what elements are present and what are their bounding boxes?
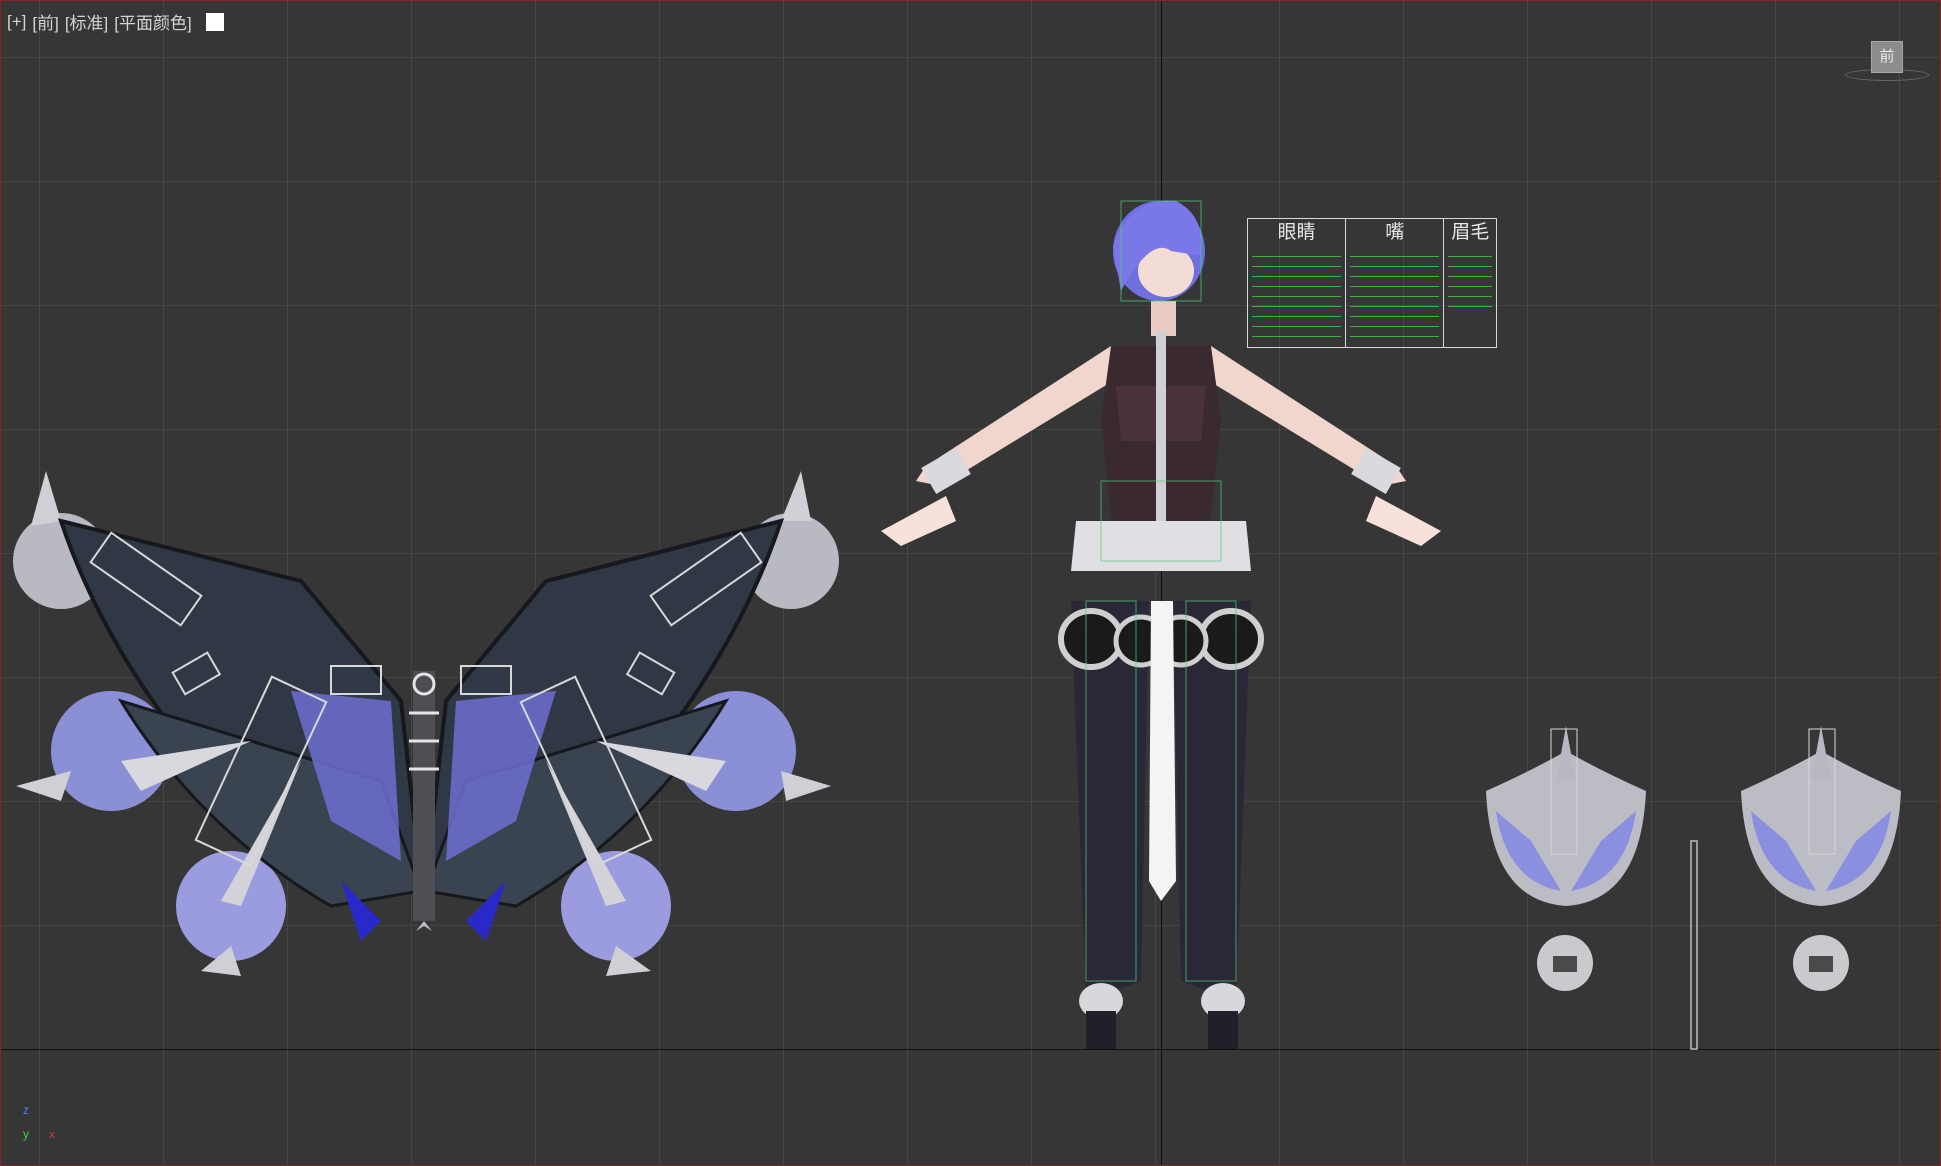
control-section-eyebrows[interactable]: 眉毛 [1444,219,1496,347]
control-sliders[interactable] [1448,251,1492,307]
wing-blue-disc [676,691,796,811]
facial-control-panel[interactable]: 眼睛 嘴 眉毛 [1247,218,1497,348]
control-section-title: 眼睛 [1277,222,1316,243]
wing-blue-disc [51,691,171,811]
control-section-title: 嘴 [1385,222,1405,243]
accessory-models[interactable] [1486,726,1901,1050]
control-section-mouth[interactable]: 嘴 [1346,219,1445,347]
control-section-eyes[interactable]: 眼睛 [1248,219,1347,347]
axis-x-label: x [49,1129,55,1141]
axis-y-label: y [23,1127,29,1141]
control-section-title: 眉毛 [1451,222,1490,243]
wing-blue-disc [176,851,286,961]
axis-z-label: z [23,1103,29,1117]
scene-render[interactable] [1,1,1941,1166]
perspective-viewport[interactable]: [+] [前] [标准] [平面颜色] 前 眼睛 嘴 眉毛 z y x [0,0,1941,1166]
wings-model[interactable] [13,471,839,976]
wing-blue-disc [561,851,671,961]
control-sliders[interactable] [1350,251,1440,343]
axis-tripod: z y x [21,1103,65,1147]
control-sliders[interactable] [1252,251,1342,343]
accessory-rod [1690,840,1698,1050]
